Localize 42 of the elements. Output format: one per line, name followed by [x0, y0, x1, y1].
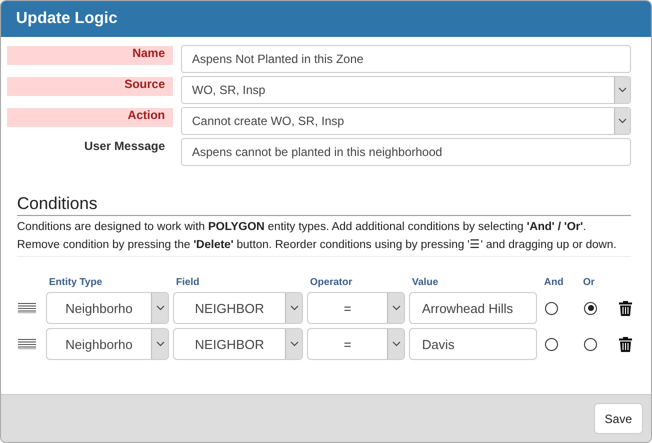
- field-label: User Message: [83, 139, 166, 155]
- drag-handle-icon[interactable]: [18, 339, 36, 349]
- radio-button[interactable]: [584, 338, 597, 350]
- select-field[interactable]: NEIGHBOR: [173, 328, 303, 360]
- chevron-down-icon: [618, 118, 627, 124]
- chevron-down-icon: [156, 341, 164, 347]
- chevron-down-icon: [156, 305, 164, 311]
- column-header: Or: [582, 277, 596, 288]
- chevron-down-icon: [290, 305, 298, 311]
- select-field[interactable]: Neighborho: [46, 328, 169, 360]
- description-text: Conditions are designed to work with POLYGON entity types. Add additional conditions by selecting 'And' / 'Or'. Remove condition by pressing the 'Delete' button. Reorder conditions using by pressing '☰' and dragging up or down.: [17, 218, 631, 257]
- save-button[interactable]: Save: [594, 403, 643, 434]
- dialog-title: Update Logic: [16, 10, 118, 28]
- column-header: And: [543, 277, 564, 288]
- trash-icon[interactable]: [619, 336, 632, 352]
- trash-icon[interactable]: [619, 300, 632, 316]
- select-field[interactable]: =: [307, 328, 405, 360]
- select-field[interactable]: Cannot create WO, SR, Insp: [181, 107, 631, 135]
- input-field[interactable]: Aspens cannot be planted in this neighborhood: [181, 138, 631, 166]
- field-label: Action: [7, 108, 173, 127]
- column-header: Operator: [309, 277, 354, 288]
- input-field[interactable]: Davis: [409, 328, 537, 360]
- column-header: Entity Type: [48, 277, 104, 288]
- input-field[interactable]: Arrowhead Hills: [409, 292, 537, 324]
- select-field[interactable]: =: [307, 292, 405, 324]
- chevron-down-icon: [290, 341, 298, 347]
- chevron-down-icon: [618, 87, 627, 93]
- radio-button[interactable]: [545, 302, 558, 314]
- radio-button[interactable]: [584, 302, 597, 314]
- chevron-down-icon: [392, 305, 400, 311]
- chevron-down-icon: [392, 341, 400, 347]
- column-header: Value: [411, 277, 440, 288]
- radio-button[interactable]: [545, 338, 558, 350]
- select-field[interactable]: NEIGHBOR: [173, 292, 303, 324]
- column-header: Field: [175, 277, 200, 288]
- drag-handle-icon[interactable]: [18, 303, 36, 313]
- input-field[interactable]: Aspens Not Planted in this Zone: [181, 45, 631, 73]
- select-field[interactable]: Neighborho: [46, 292, 169, 324]
- section-heading: Conditions: [17, 194, 631, 216]
- field-label: Name: [7, 46, 173, 65]
- select-field[interactable]: WO, SR, Insp: [181, 76, 631, 104]
- field-label: Source: [7, 77, 173, 96]
